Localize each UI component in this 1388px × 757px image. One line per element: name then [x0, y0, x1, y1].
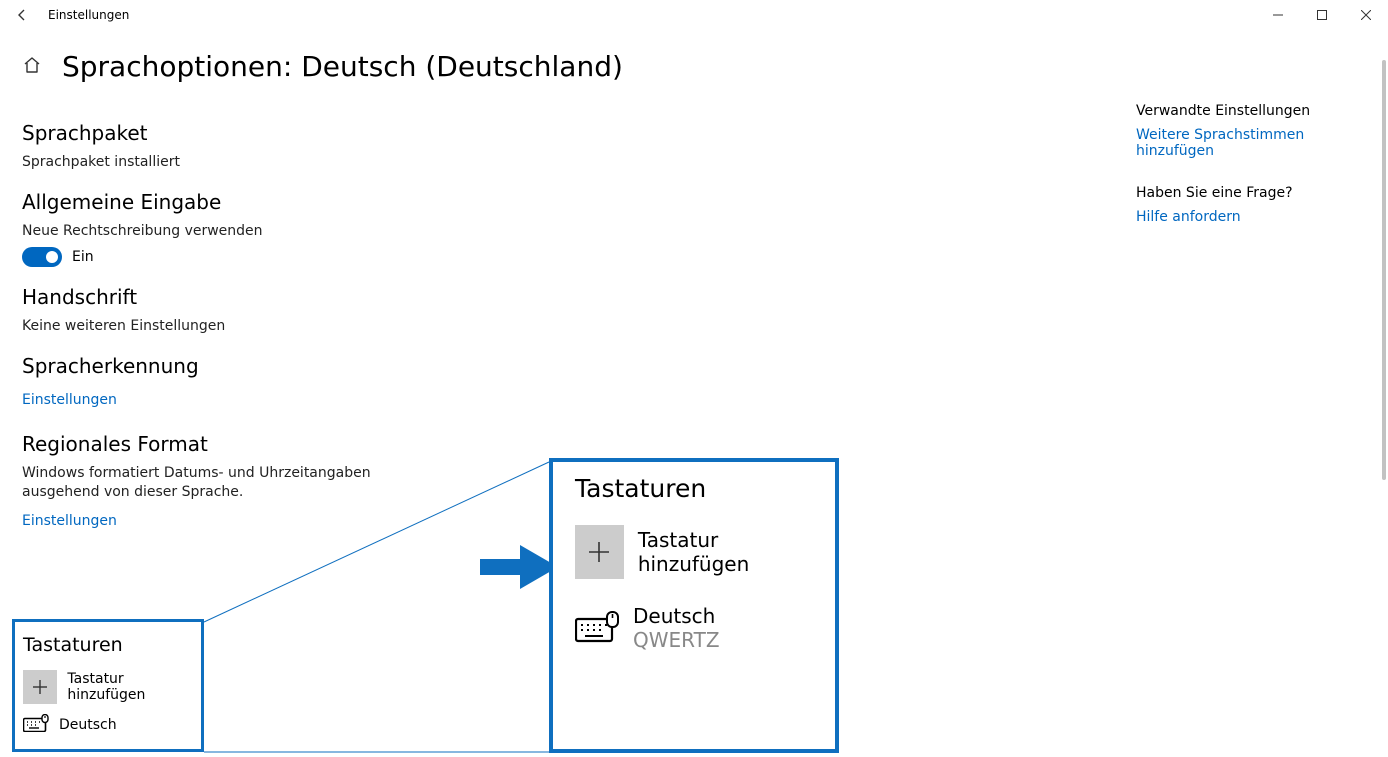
minimize-button[interactable] — [1256, 0, 1300, 30]
page-title: Sprachoptionen: Deutsch (Deutschland) — [62, 50, 623, 83]
keyboards-section-highlight: Tastaturen Tastatur hinzufügen Deutsch — [12, 619, 204, 752]
home-button[interactable] — [22, 55, 42, 79]
keyboard-entry-zoom[interactable]: Deutsch QWERTZ — [575, 605, 817, 652]
regional-format-desc: Windows formatiert Datums- und Uhrzeitan… — [22, 464, 422, 502]
handwriting-status: Keine weiteren Einstellungen — [22, 317, 542, 336]
keyboard-icon — [575, 611, 619, 647]
speech-settings-link[interactable]: Einstellungen — [22, 392, 117, 408]
add-keyboard-button[interactable]: Tastatur hinzufügen — [23, 670, 193, 704]
speech-heading: Spracherkennung — [22, 354, 542, 378]
window-controls — [1256, 0, 1388, 30]
keyboard-entry[interactable]: Deutsch — [23, 714, 193, 736]
arrow-right-icon — [480, 545, 558, 589]
language-pack-status: Sprachpaket installiert — [22, 153, 542, 172]
handwriting-heading: Handschrift — [22, 285, 542, 309]
add-keyboard-label: Tastatur hinzufügen — [67, 671, 193, 703]
app-title: Einstellungen — [48, 8, 129, 22]
main-column: Sprachpaket Sprachpaket installiert Allg… — [22, 103, 542, 535]
keyboard-entry-name: Deutsch — [59, 717, 117, 733]
language-pack-heading: Sprachpaket — [22, 121, 542, 145]
title-bar: Einstellungen — [0, 0, 1388, 30]
plus-icon — [575, 525, 624, 579]
home-icon — [22, 55, 42, 75]
side-column: Verwandte Einstellungen Weitere Sprachst… — [1136, 103, 1366, 535]
scrollbar[interactable] — [1378, 0, 1386, 757]
keyboard-entry-name-zoom: Deutsch — [633, 605, 720, 628]
plus-icon — [23, 670, 57, 704]
scrollbar-thumb[interactable] — [1382, 60, 1386, 480]
arrow-left-icon — [15, 8, 29, 22]
minimize-icon — [1273, 10, 1283, 20]
add-keyboard-button-zoom[interactable]: Tastatur hinzufügen — [575, 525, 817, 579]
spellcheck-toggle[interactable] — [22, 247, 62, 267]
add-voices-link[interactable]: Weitere Sprachstimmen hinzufügen — [1136, 127, 1366, 159]
back-button[interactable] — [0, 0, 44, 30]
maximize-button[interactable] — [1300, 0, 1344, 30]
related-settings-heading: Verwandte Einstellungen — [1136, 103, 1366, 119]
spellcheck-label: Neue Rechtschreibung verwenden — [22, 222, 542, 241]
general-typing-heading: Allgemeine Eingabe — [22, 190, 542, 214]
regional-settings-link[interactable]: Einstellungen — [22, 513, 117, 529]
regional-format-heading: Regionales Format — [22, 432, 542, 456]
get-help-link[interactable]: Hilfe anfordern — [1136, 209, 1366, 225]
keyboard-icon — [23, 714, 49, 736]
callout-arrow — [480, 545, 558, 589]
maximize-icon — [1317, 10, 1327, 20]
keyboards-section-zoom: Tastaturen Tastatur hinzufügen — [549, 458, 839, 753]
spellcheck-toggle-state: Ein — [72, 249, 94, 265]
page-header: Sprachoptionen: Deutsch (Deutschland) — [0, 30, 1388, 93]
help-heading: Haben Sie eine Frage? — [1136, 185, 1366, 201]
add-keyboard-label-zoom: Tastatur hinzufügen — [638, 528, 817, 576]
keyboards-heading: Tastaturen — [23, 634, 193, 656]
keyboard-entry-layout-zoom: QWERTZ — [633, 628, 720, 652]
keyboards-heading-zoom: Tastaturen — [575, 474, 817, 503]
close-icon — [1361, 10, 1371, 20]
